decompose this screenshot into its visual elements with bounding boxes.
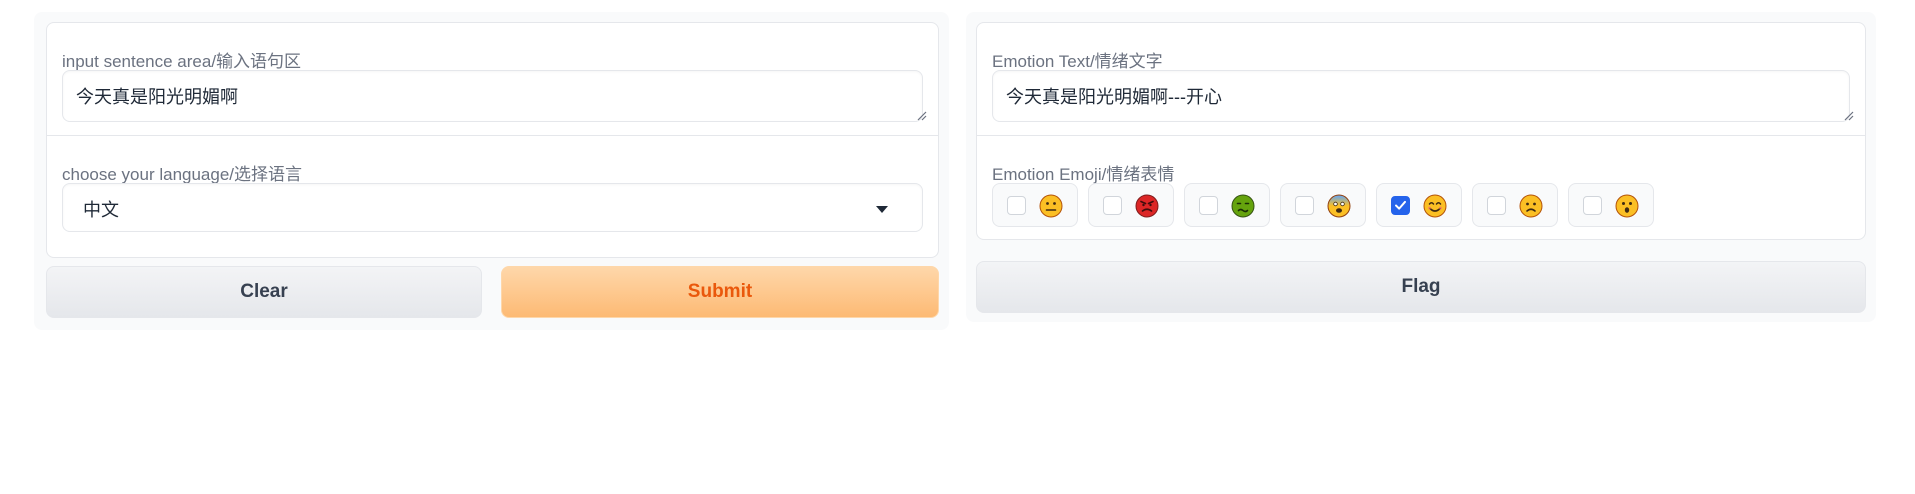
emoji-checkbox-group xyxy=(992,183,1852,229)
checkbox-checked[interactable] xyxy=(1391,196,1410,215)
resize-handle-icon[interactable] xyxy=(1844,111,1854,121)
language-label: choose your language/选择语言 xyxy=(62,165,303,184)
checkbox[interactable] xyxy=(1199,196,1218,215)
checkbox[interactable] xyxy=(1583,196,1602,215)
language-select-value: 中文 xyxy=(83,200,119,220)
emoji-option-angry[interactable] xyxy=(1088,183,1174,227)
output-card: Emotion Text/情绪文字 今天真是阳光明媚啊---开心 Emotion… xyxy=(976,22,1866,240)
output-panel: Emotion Text/情绪文字 今天真是阳光明媚啊---开心 Emotion… xyxy=(966,12,1876,322)
submit-button[interactable]: Submit xyxy=(501,266,939,318)
emotion-text-textarea[interactable]: 今天真是阳光明媚啊---开心 xyxy=(992,70,1850,122)
flag-button[interactable]: Flag xyxy=(976,261,1866,313)
emoji-option-smiling[interactable] xyxy=(1376,183,1462,227)
smiling-face-icon xyxy=(1423,194,1447,218)
fearful-face-icon xyxy=(1327,194,1351,218)
emotion-text-label: Emotion Text/情绪文字 xyxy=(992,52,1163,71)
language-select[interactable]: 中文 xyxy=(62,183,923,232)
emotion-emoji-label: Emotion Emoji/情绪表情 xyxy=(992,165,1175,184)
input-sentence-label: input sentence area/输入语句区 xyxy=(62,52,302,71)
angry-face-icon xyxy=(1135,194,1159,218)
astonished-face-icon xyxy=(1615,194,1639,218)
chevron-down-icon[interactable] xyxy=(876,206,888,213)
input-panel: input sentence area/输入语句区 今天真是阳光明媚啊 choo… xyxy=(34,12,949,330)
checkbox[interactable] xyxy=(1295,196,1314,215)
emoji-option-fearful[interactable] xyxy=(1280,183,1366,227)
input-sentence-textarea[interactable]: 今天真是阳光明媚啊 xyxy=(62,70,923,122)
emoji-option-neutral[interactable] xyxy=(992,183,1078,227)
check-icon xyxy=(1395,200,1406,210)
neutral-face-icon xyxy=(1039,194,1063,218)
emoji-option-astonished[interactable] xyxy=(1568,183,1654,227)
checkbox[interactable] xyxy=(1103,196,1122,215)
checkbox[interactable] xyxy=(1007,196,1026,215)
nauseated-face-icon xyxy=(1231,194,1255,218)
emoji-option-worried[interactable] xyxy=(1472,183,1558,227)
card-divider xyxy=(47,135,938,136)
input-card: input sentence area/输入语句区 今天真是阳光明媚啊 choo… xyxy=(46,22,939,258)
clear-button[interactable]: Clear xyxy=(46,266,482,318)
checkbox[interactable] xyxy=(1487,196,1506,215)
emoji-option-nauseated[interactable] xyxy=(1184,183,1270,227)
worried-face-icon xyxy=(1519,194,1543,218)
card-divider xyxy=(977,135,1865,136)
resize-handle-icon[interactable] xyxy=(917,111,927,121)
